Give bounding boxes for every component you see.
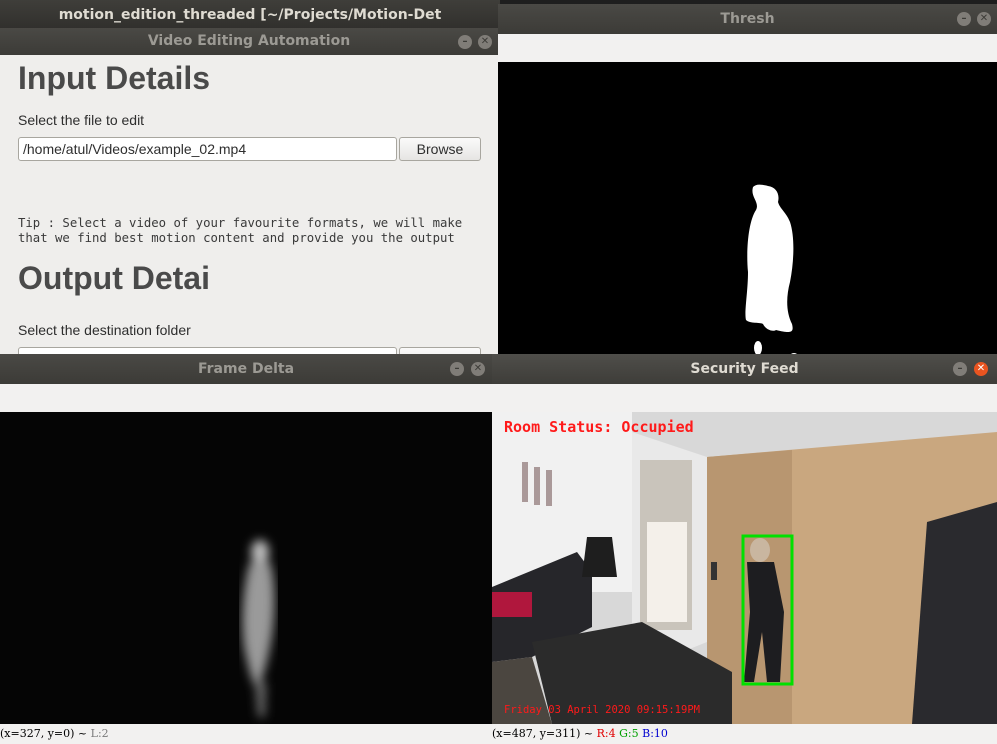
frame-delta-statusbar: (x=327, y=0) ~ L:2 [0, 724, 492, 744]
security-feed-toolbar [492, 384, 997, 412]
frame-delta-toolbar [0, 384, 492, 412]
input-details-heading: Input Details [18, 60, 211, 96]
window-title: Thresh [720, 11, 775, 27]
security-feed-image: Room Status: Occupied Friday 03 April 20… [492, 412, 997, 724]
frame-delta-window: Frame Delta – ✕ (x=327, y=0) ~ L:2 [0, 354, 492, 744]
close-button[interactable]: ✕ [471, 362, 485, 376]
pixel-green: G:5 [619, 727, 639, 740]
editor-window-title: motion_edition_threaded [~/Projects/Moti… [0, 0, 500, 30]
pixel-level: L:2 [90, 727, 109, 740]
frame-delta-figure [242, 540, 275, 717]
window-title: Security Feed [690, 361, 799, 377]
frame-delta-image [0, 412, 492, 724]
minimize-button[interactable]: – [953, 362, 967, 376]
thresh-titlebar[interactable]: Thresh – ✕ [498, 4, 997, 34]
close-button[interactable]: ✕ [478, 34, 492, 49]
frame-delta-titlebar[interactable]: Frame Delta – ✕ [0, 354, 492, 384]
thresh-mask-image [498, 62, 997, 364]
file-select-label: Select the file to edit [18, 112, 145, 128]
camera-scene [492, 412, 997, 724]
minimize-button[interactable]: – [458, 34, 472, 49]
close-button[interactable]: ✕ [974, 362, 988, 376]
timestamp-overlay: Friday 03 April 2020 09:15:19PM [504, 704, 700, 716]
output-details-heading: Output Detai [18, 260, 210, 296]
cursor-position: (x=487, y=311) ~ [492, 727, 594, 740]
video-editing-titlebar[interactable]: Video Editing Automation – ✕ [0, 28, 498, 55]
video-editing-window: Video Editing Automation – ✕ Input Detai… [0, 28, 498, 358]
thresh-toolbar [498, 34, 997, 62]
file-path-input[interactable]: /home/atul/Videos/example_02.mp4 [18, 137, 397, 161]
security-feed-statusbar: (x=487, y=311) ~ R:4 G:5 B:10 [492, 724, 997, 744]
minimize-button[interactable]: – [957, 12, 971, 26]
destination-folder-label: Select the destination folder [18, 322, 191, 338]
room-status-overlay: Room Status: Occupied [504, 418, 694, 436]
security-feed-titlebar[interactable]: Security Feed – ✕ [492, 354, 997, 384]
browse-button[interactable]: Browse [399, 137, 481, 161]
window-title: Video Editing Automation [147, 33, 351, 49]
minimize-button[interactable]: – [450, 362, 464, 376]
tip-line-1: Tip : Select a video of your favourite f… [18, 216, 463, 230]
pixel-red: R:4 [596, 727, 616, 740]
cursor-position: (x=327, y=0) ~ [0, 727, 88, 740]
tip-line-2: that we find best motion content and pro… [18, 231, 455, 245]
pixel-blue: B:10 [642, 727, 668, 740]
security-feed-window: Security Feed – ✕ Room Status: Occupied … [492, 354, 997, 744]
threshold-silhouette [745, 184, 798, 359]
close-button[interactable]: ✕ [977, 12, 991, 26]
thresh-window: Thresh – ✕ [498, 4, 997, 364]
window-title: Frame Delta [197, 361, 295, 377]
